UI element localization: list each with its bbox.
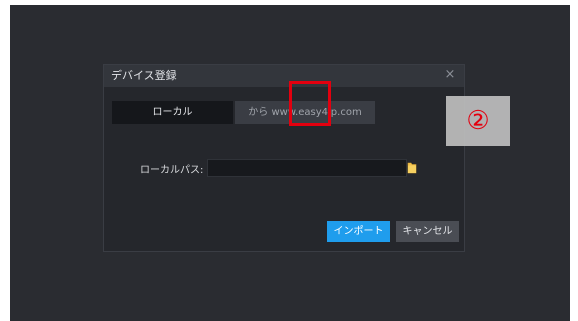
dialog-titlebar: デバイス登録 × [104,65,464,87]
dialog-title: デバイス登録 [111,69,177,82]
device-registration-dialog: デバイス登録 × ローカル から www.easy4ip.com ローカルパス:… [103,64,465,252]
tab-local[interactable]: ローカル [112,101,233,124]
folder-icon [407,162,417,174]
local-path-input[interactable] [207,159,407,177]
step-marker-badge: ② [446,96,510,146]
close-icon[interactable]: × [442,67,458,83]
cancel-button[interactable]: キャンセル [396,221,459,242]
local-path-label: ローカルパス: [140,165,204,176]
import-button[interactable]: インポート [327,221,390,242]
folder-button-highlight [289,81,331,126]
browse-folder-button[interactable] [402,159,422,177]
